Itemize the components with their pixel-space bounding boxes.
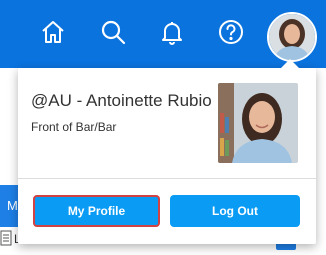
my-profile-button[interactable]: My Profile [33, 195, 160, 227]
log-out-button[interactable]: Log Out [170, 195, 300, 227]
dropdown-divider [18, 178, 316, 179]
document-icon [0, 230, 12, 246]
background-tab-letter: M [7, 198, 18, 213]
user-profile-dropdown: @AU - Antoinette Rubio Front of Bar/Bar … [18, 68, 316, 244]
bell-icon[interactable] [157, 17, 187, 47]
help-icon[interactable] [216, 17, 246, 47]
top-navigation-bar [0, 0, 326, 68]
user-name: @AU - Antoinette Rubio [31, 91, 212, 110]
home-icon[interactable] [38, 17, 68, 47]
dropdown-caret [280, 59, 300, 69]
user-avatar-button[interactable] [267, 12, 317, 62]
search-icon[interactable] [98, 17, 128, 47]
user-photo [218, 83, 298, 163]
user-role: Front of Bar/Bar [31, 120, 117, 134]
